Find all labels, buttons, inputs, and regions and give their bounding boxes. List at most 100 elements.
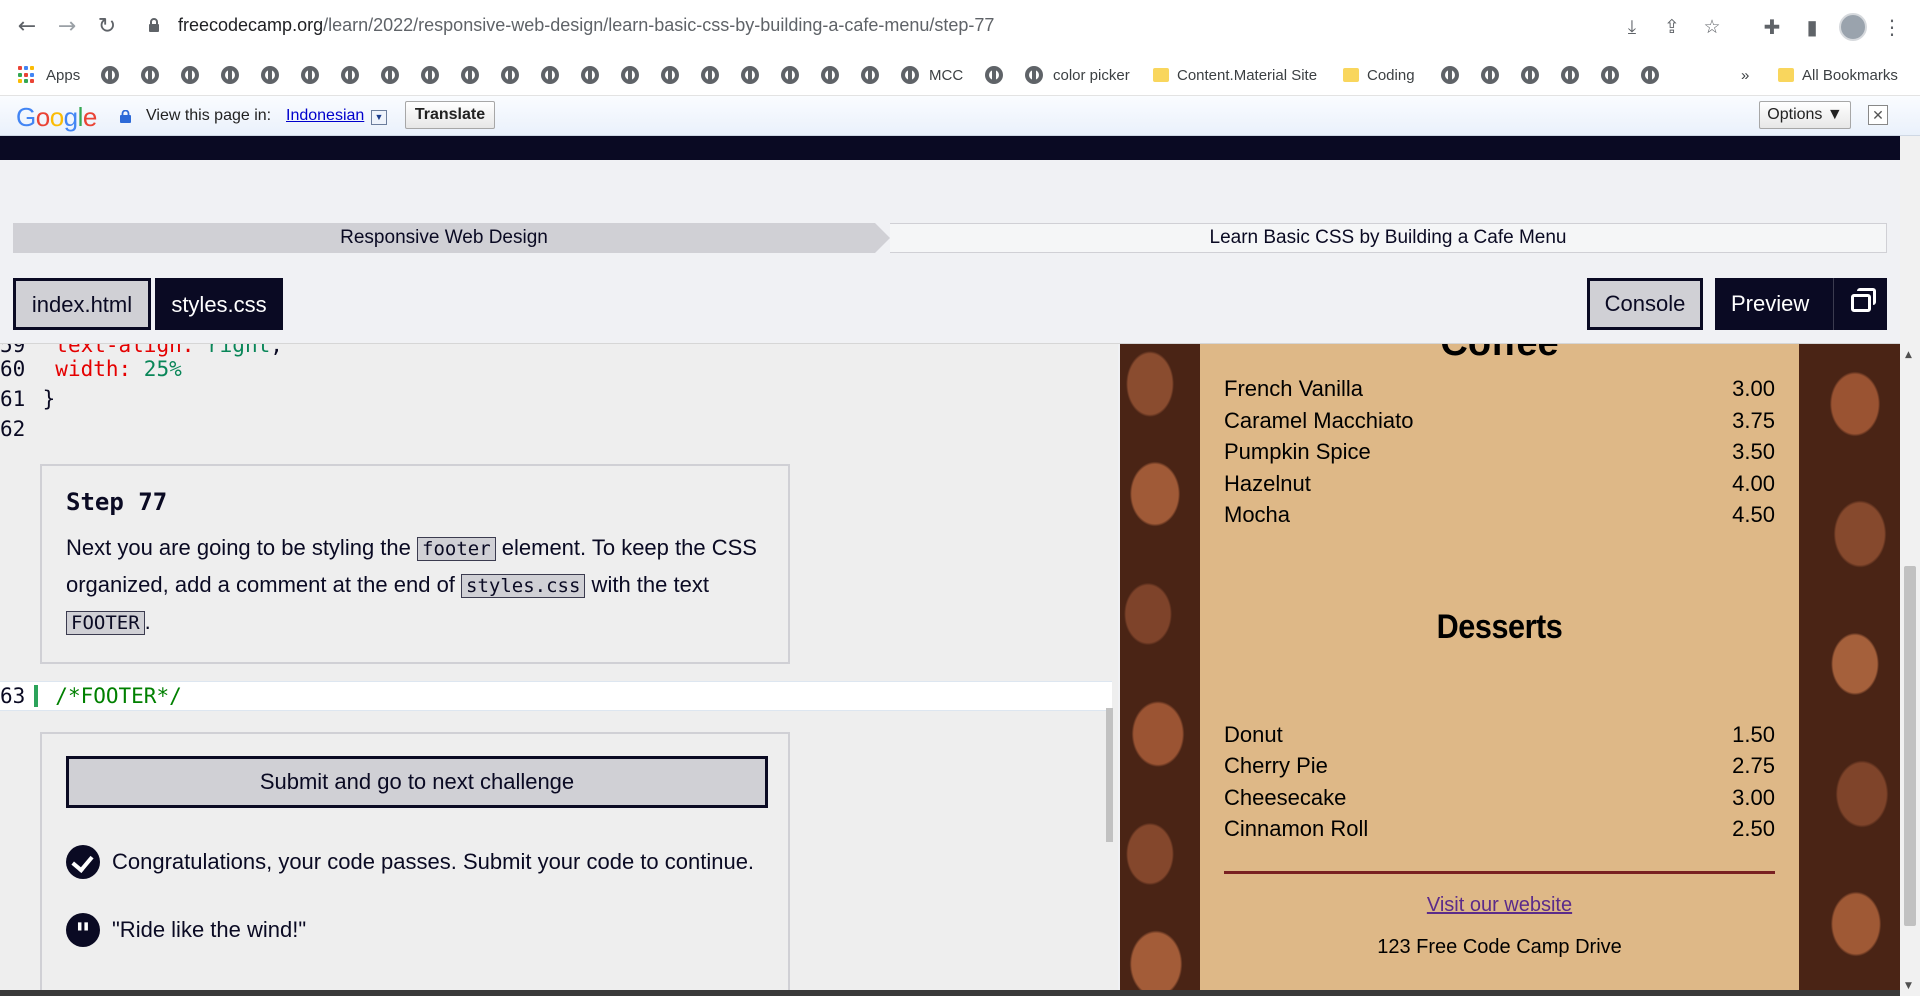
test-results-panel: Submit and go to next challenge Congratu… xyxy=(40,732,790,996)
menu-item: Pumpkin Spice 3.50 xyxy=(1224,439,1775,464)
bookmark-globe[interactable] xyxy=(821,63,839,87)
preview-button[interactable]: Preview xyxy=(1715,278,1887,330)
globe-icon xyxy=(1025,66,1043,84)
visit-website-link[interactable]: Visit our website xyxy=(1200,894,1799,917)
address-bar[interactable]: freecodecamp.org/learn/2022/responsive-w… xyxy=(140,8,1780,46)
bookmark-globe[interactable] xyxy=(541,63,559,87)
forward-arrow-icon[interactable]: → xyxy=(52,12,82,42)
menu-divider xyxy=(1224,871,1775,874)
translate-button[interactable]: Translate xyxy=(405,101,495,129)
bookmark-globe[interactable] xyxy=(101,63,119,87)
step-title: Step 77 xyxy=(66,488,168,516)
bookmark-color-picker[interactable]: color picker xyxy=(1025,63,1130,87)
language-dropdown-arrow-icon[interactable]: ▼ xyxy=(371,110,387,125)
bookmark-globe[interactable] xyxy=(381,63,399,87)
bookmark-globe[interactable] xyxy=(1441,63,1459,87)
bookmark-globe[interactable] xyxy=(581,63,599,87)
bookmark-globe[interactable] xyxy=(1641,63,1659,87)
scrollbar-thumb[interactable] xyxy=(1904,566,1916,926)
bookmarks-overflow-button[interactable]: » xyxy=(1741,63,1749,87)
bookmark-globe[interactable] xyxy=(701,63,719,87)
globe-icon xyxy=(1521,66,1539,84)
lock-icon xyxy=(120,110,131,123)
bookmark-globe[interactable] xyxy=(781,63,799,87)
bookmark-globe[interactable] xyxy=(221,63,239,87)
profile-avatar[interactable] xyxy=(1839,13,1867,41)
globe-icon xyxy=(141,66,159,84)
bookmark-globe[interactable] xyxy=(661,63,679,87)
back-arrow-icon[interactable]: ← xyxy=(12,12,42,42)
extensions-puzzle-icon[interactable]: ✚ xyxy=(1757,12,1787,42)
preview-pane: Coffee French Vanilla3.00 Caramel Macchi… xyxy=(1120,344,1900,996)
folder-icon xyxy=(1153,68,1169,82)
bookmark-globe[interactable] xyxy=(1601,63,1619,87)
menu-item: Caramel Macchiato 3.75 xyxy=(1224,408,1775,433)
desserts-heading: Desserts xyxy=(1436,608,1563,646)
browser-toolbar: ← → ↻ freecodecamp.org/learn/2022/respon… xyxy=(0,0,1920,54)
bookmark-globe[interactable] xyxy=(341,63,359,87)
bookmark-mcc[interactable]: MCC xyxy=(901,63,963,87)
side-panel-icon[interactable]: ▮ xyxy=(1797,12,1827,42)
bookmark-globe[interactable] xyxy=(1481,63,1499,87)
apps-grid-icon xyxy=(18,66,36,84)
bookmark-globe[interactable] xyxy=(1561,63,1579,87)
tab-index-html[interactable]: index.html xyxy=(13,278,151,330)
globe-icon xyxy=(461,66,479,84)
bookmark-globe[interactable] xyxy=(985,63,1003,87)
coffee-heading: Coffee xyxy=(1200,344,1799,365)
options-button[interactable]: Options ▼ xyxy=(1759,101,1851,129)
bookmark-globe[interactable] xyxy=(141,63,159,87)
globe-icon xyxy=(901,66,919,84)
editor-scrollbar[interactable] xyxy=(1106,708,1113,842)
popout-window-icon[interactable] xyxy=(1833,278,1887,330)
scroll-down-arrow-icon[interactable]: ▼ xyxy=(1905,981,1912,991)
globe-icon xyxy=(181,66,199,84)
globe-icon xyxy=(501,66,519,84)
submit-button[interactable]: Submit and go to next challenge xyxy=(66,756,768,808)
reload-icon[interactable]: ↻ xyxy=(92,12,122,42)
bookmark-globe[interactable] xyxy=(621,63,639,87)
console-button[interactable]: Console xyxy=(1587,278,1703,330)
bookmark-globe[interactable] xyxy=(741,63,759,87)
scroll-up-arrow-icon[interactable]: ▲ xyxy=(1905,350,1912,360)
code-line-active[interactable]: 63 /*FOOTER*/ xyxy=(0,681,182,711)
tab-styles-css[interactable]: styles.css xyxy=(155,278,283,330)
bookmark-globe[interactable] xyxy=(1521,63,1539,87)
translate-prompt: View this page in: xyxy=(146,107,272,124)
bookmark-globe[interactable] xyxy=(261,63,279,87)
share-icon[interactable]: ⇪ xyxy=(1660,15,1684,39)
bookmark-coding[interactable]: Coding xyxy=(1343,63,1415,87)
bookmark-globe[interactable] xyxy=(421,63,439,87)
menu-item: Cheesecake 3.00 xyxy=(1224,785,1775,810)
google-logo: Google xyxy=(16,102,97,132)
menu-item: Mocha 4.50 xyxy=(1224,502,1775,527)
breadcrumb-arrow xyxy=(875,223,890,253)
preview-button-label: Preview xyxy=(1731,291,1810,316)
bookmark-content-material[interactable]: Content.Material Site xyxy=(1153,63,1317,87)
page-scrollbar[interactable]: ▲ ▼ xyxy=(1900,136,1920,996)
install-app-icon[interactable]: ⤓ xyxy=(1620,15,1644,39)
translate-language-link[interactable]: Indonesian xyxy=(286,107,364,125)
globe-icon xyxy=(541,66,559,84)
all-bookmarks[interactable]: All Bookmarks xyxy=(1778,63,1898,87)
bookmark-globe[interactable] xyxy=(181,63,199,87)
bookmark-globe[interactable] xyxy=(861,63,879,87)
breadcrumb-superblock[interactable]: Responsive Web Design xyxy=(13,223,875,253)
lock-icon[interactable] xyxy=(148,17,160,33)
globe-icon xyxy=(1601,66,1619,84)
more-menu-icon[interactable]: ⋮ xyxy=(1877,12,1907,42)
close-icon[interactable]: ✕ xyxy=(1868,105,1888,125)
bookmark-globe[interactable] xyxy=(301,63,319,87)
globe-icon xyxy=(661,66,679,84)
bookmark-globe[interactable] xyxy=(501,63,519,87)
bookmark-star-icon[interactable]: ☆ xyxy=(1700,15,1724,39)
code-editor[interactable]: 59 text-align: right; 60 width: 25% 61 }… xyxy=(0,344,1118,996)
code-line: 61 } xyxy=(0,387,56,411)
bookmark-globe[interactable] xyxy=(461,63,479,87)
globe-icon xyxy=(985,66,1003,84)
bookmark-apps[interactable]: Apps xyxy=(18,63,80,87)
folder-icon xyxy=(1343,68,1359,82)
breadcrumb-block[interactable]: Learn Basic CSS by Building a Cafe Menu xyxy=(890,223,1887,253)
globe-icon xyxy=(381,66,399,84)
edit-cursor xyxy=(34,685,38,707)
